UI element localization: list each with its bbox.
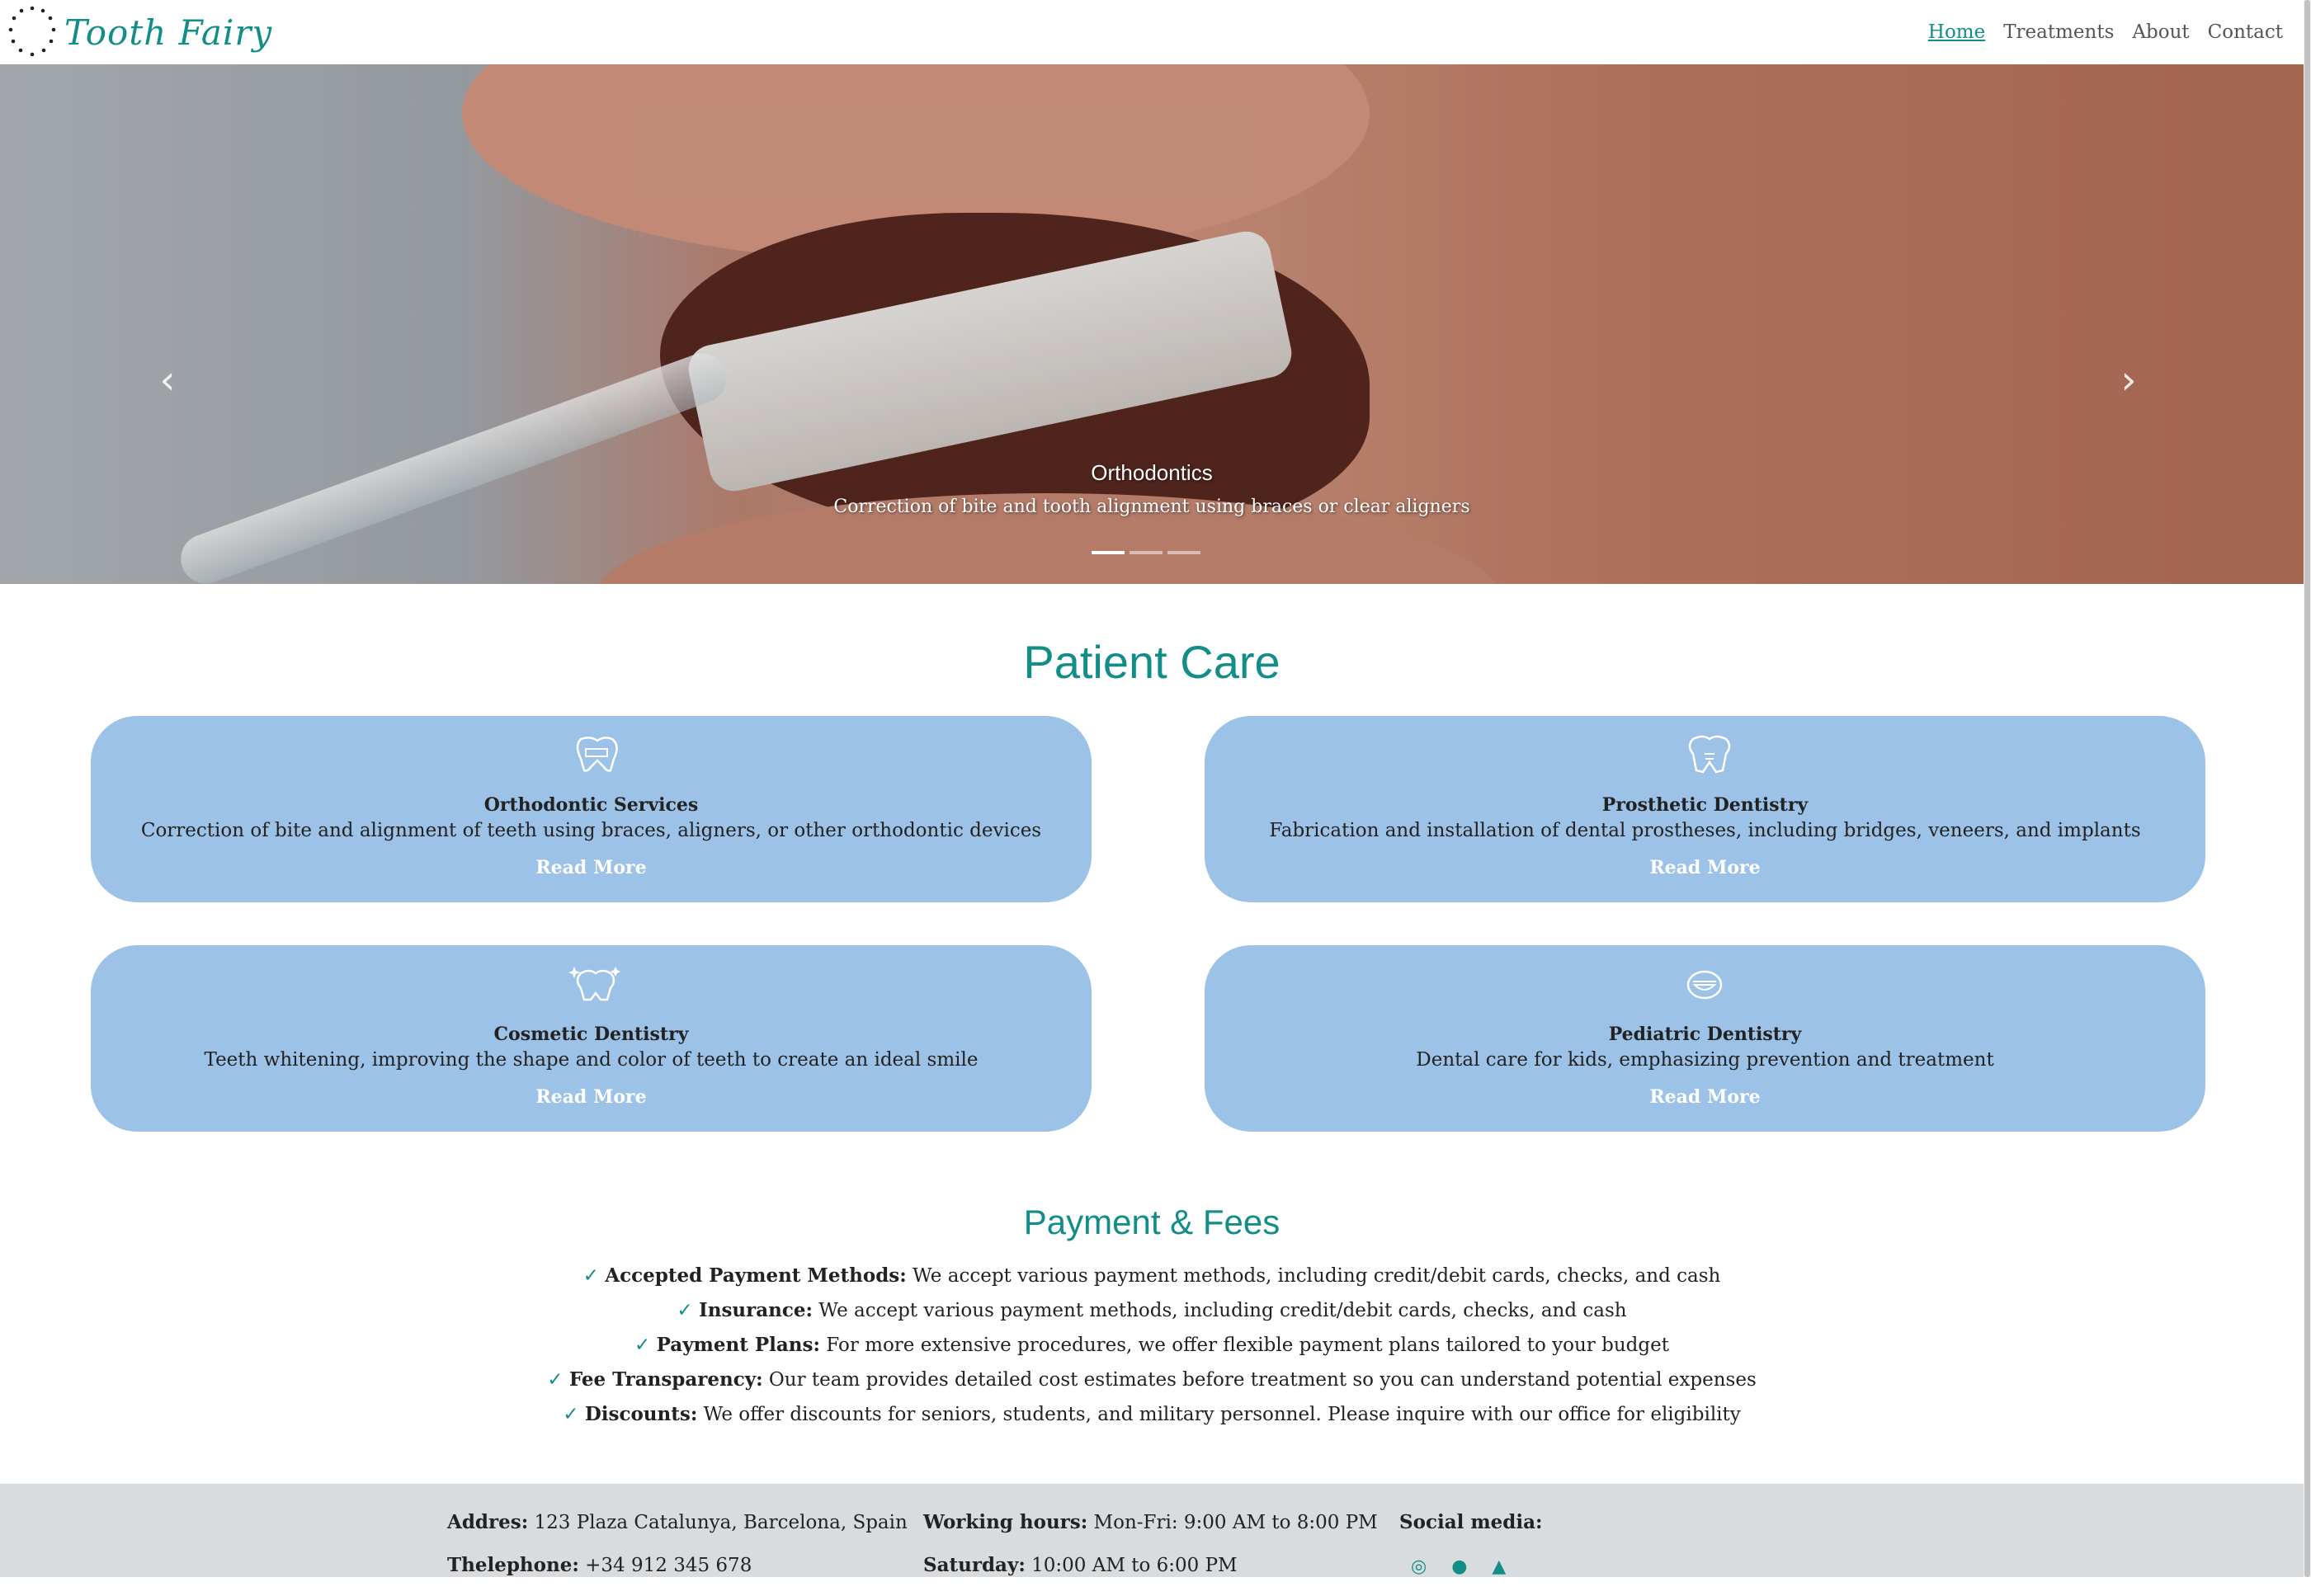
address-label: Addres: xyxy=(447,1511,529,1533)
implant-tooth-icon xyxy=(1688,735,1731,774)
nav-about[interactable]: About xyxy=(2132,21,2189,43)
saturday-label: Saturday: xyxy=(923,1554,1026,1576)
address-value: 123 Plaza Catalunya, Barcelona, Spain xyxy=(528,1512,908,1533)
card-description: Fabrication and installation of dental p… xyxy=(1269,820,2141,841)
card-description: Correction of bite and alignment of teet… xyxy=(140,820,1042,841)
item-text: Our team provides detailed cost estimate… xyxy=(762,1369,1757,1391)
footer-contact: Addres: 123 Plaza Catalunya, Barcelona, … xyxy=(447,1510,908,1596)
check-icon: ✓ xyxy=(582,1265,599,1287)
card-title: Pediatric Dentistry xyxy=(1608,1024,1802,1045)
list-item: ✓ Fee Transparency: Our team provides de… xyxy=(0,1366,2304,1401)
smile-mouth-icon xyxy=(1686,970,1723,1000)
dotted-ring-icon xyxy=(8,6,56,57)
check-icon: ✓ xyxy=(547,1369,564,1391)
read-more-button[interactable]: Read More xyxy=(91,1086,1092,1108)
nav-treatments[interactable]: Treatments xyxy=(2003,21,2114,43)
hours-label: Working hours: xyxy=(923,1511,1088,1533)
payment-list: ✓ Accepted Payment Methods: We accept va… xyxy=(0,1262,2304,1435)
patient-care-title: Patient Care xyxy=(1023,636,1280,688)
read-more-button[interactable]: Read More xyxy=(91,857,1092,878)
saturday-value: 10:00 AM to 6:00 PM xyxy=(1025,1555,1238,1576)
facebook-icon[interactable]: ● xyxy=(1451,1556,1467,1577)
footer-hours: Working hours: Mon-Fri: 9:00 AM to 8:00 … xyxy=(923,1510,1378,1596)
phone-label: Thelephone: xyxy=(447,1554,579,1576)
card-prosthetic: Prosthetic Dentistry Fabrication and ins… xyxy=(1205,716,2205,902)
scrollbar-thumb[interactable] xyxy=(2304,0,2310,1577)
site-footer: Addres: 123 Plaza Catalunya, Barcelona, … xyxy=(0,1484,2304,1577)
card-orthodontic: Orthodontic Services Correction of bite … xyxy=(91,716,1092,902)
card-title: Prosthetic Dentistry xyxy=(1601,794,1809,816)
brand-name: Tooth Fairy xyxy=(64,12,273,53)
braces-tooth-icon xyxy=(576,737,618,772)
carousel-next-button[interactable]: › xyxy=(2112,360,2145,401)
hero-carousel: ‹ › Orthodontics Correction of bite and … xyxy=(0,64,2304,584)
item-label: Discounts: xyxy=(584,1403,698,1425)
carousel-indicator-2[interactable] xyxy=(1130,551,1163,554)
list-item: ✓ Discounts: We offer discounts for seni… xyxy=(0,1401,2304,1435)
twitter-icon[interactable]: ▲ xyxy=(1492,1556,1506,1577)
social-label: Social media: xyxy=(1399,1511,1543,1533)
item-text: For more extensive procedures, we offer … xyxy=(819,1335,1669,1356)
main-nav: Home Treatments About Contact xyxy=(1928,21,2283,43)
social-icons: ◎ ● ▲ xyxy=(1411,1556,1543,1577)
list-item: ✓ Accepted Payment Methods: We accept va… xyxy=(0,1262,2304,1297)
item-text: We accept various payment methods, inclu… xyxy=(813,1300,1627,1321)
phone-value: +34 912 345 678 xyxy=(578,1555,752,1576)
carousel-caption-title: Orthodontics xyxy=(1091,460,1213,485)
item-text: We offer discounts for seniors, students… xyxy=(697,1404,1741,1425)
list-item: ✓ Payment Plans: For more extensive proc… xyxy=(0,1331,2304,1366)
hours-value: Mon-Fri: 9:00 AM to 8:00 PM xyxy=(1087,1512,1378,1533)
carousel-indicator-3[interactable] xyxy=(1167,551,1200,554)
sparkle-tooth-icon xyxy=(568,967,620,1001)
card-cosmetic: Cosmetic Dentistry Teeth whitening, impr… xyxy=(91,945,1092,1132)
card-pediatric: Pediatric Dentistry Dental care for kids… xyxy=(1205,945,2205,1132)
item-label: Fee Transparency: xyxy=(568,1368,763,1391)
item-label: Accepted Payment Methods: xyxy=(605,1264,907,1287)
list-item: ✓ Insurance: We accept various payment m… xyxy=(0,1297,2304,1331)
nav-contact[interactable]: Contact xyxy=(2208,21,2283,43)
page-scrollbar[interactable] xyxy=(2304,0,2311,1577)
read-more-button[interactable]: Read More xyxy=(1205,857,2205,878)
item-label: Payment Plans: xyxy=(656,1334,820,1356)
footer-social: Social media: ◎ ● ▲ xyxy=(1399,1510,1543,1577)
payment-fees-title: Payment & Fees xyxy=(1023,1203,1280,1241)
item-text: We accept various payment methods, inclu… xyxy=(906,1265,1721,1287)
brand-logo[interactable]: Tooth Fairy xyxy=(7,5,272,59)
card-title: Cosmetic Dentistry xyxy=(493,1024,689,1045)
carousel-prev-button[interactable]: ‹ xyxy=(151,360,184,401)
nav-home[interactable]: Home xyxy=(1928,21,1985,43)
carousel-caption-subtitle: Correction of bite and tooth alignment u… xyxy=(833,497,1470,517)
check-icon: ✓ xyxy=(634,1335,651,1356)
instagram-icon[interactable]: ◎ xyxy=(1411,1556,1427,1577)
read-more-button[interactable]: Read More xyxy=(1205,1086,2205,1108)
site-header: Tooth Fairy Home Treatments About Contac… xyxy=(0,0,2304,64)
card-title: Orthodontic Services xyxy=(483,794,699,816)
card-description: Dental care for kids, emphasizing preven… xyxy=(1416,1049,1994,1071)
carousel-indicator-1[interactable] xyxy=(1092,551,1125,554)
check-icon: ✓ xyxy=(677,1300,693,1321)
item-label: Insurance: xyxy=(698,1299,813,1321)
check-icon: ✓ xyxy=(563,1404,579,1425)
card-description: Teeth whitening, improving the shape and… xyxy=(204,1049,979,1071)
carousel-indicators xyxy=(1092,551,1200,554)
